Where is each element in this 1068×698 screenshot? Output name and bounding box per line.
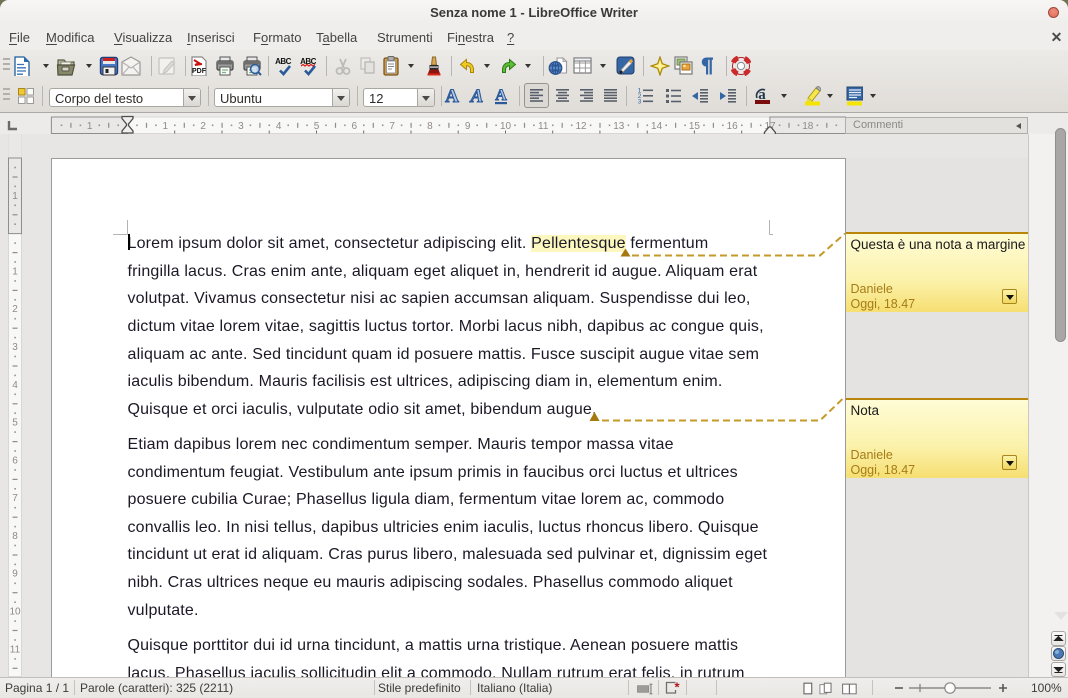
svg-text:PDF: PDF [192,68,207,75]
svg-text:*: * [674,681,680,695]
svg-text:A: A [470,86,484,106]
svg-text:A: A [495,87,507,104]
svg-text:3: 3 [638,99,642,106]
svg-text:A: A [445,86,459,106]
svg-text:ABC: ABC [275,57,292,66]
